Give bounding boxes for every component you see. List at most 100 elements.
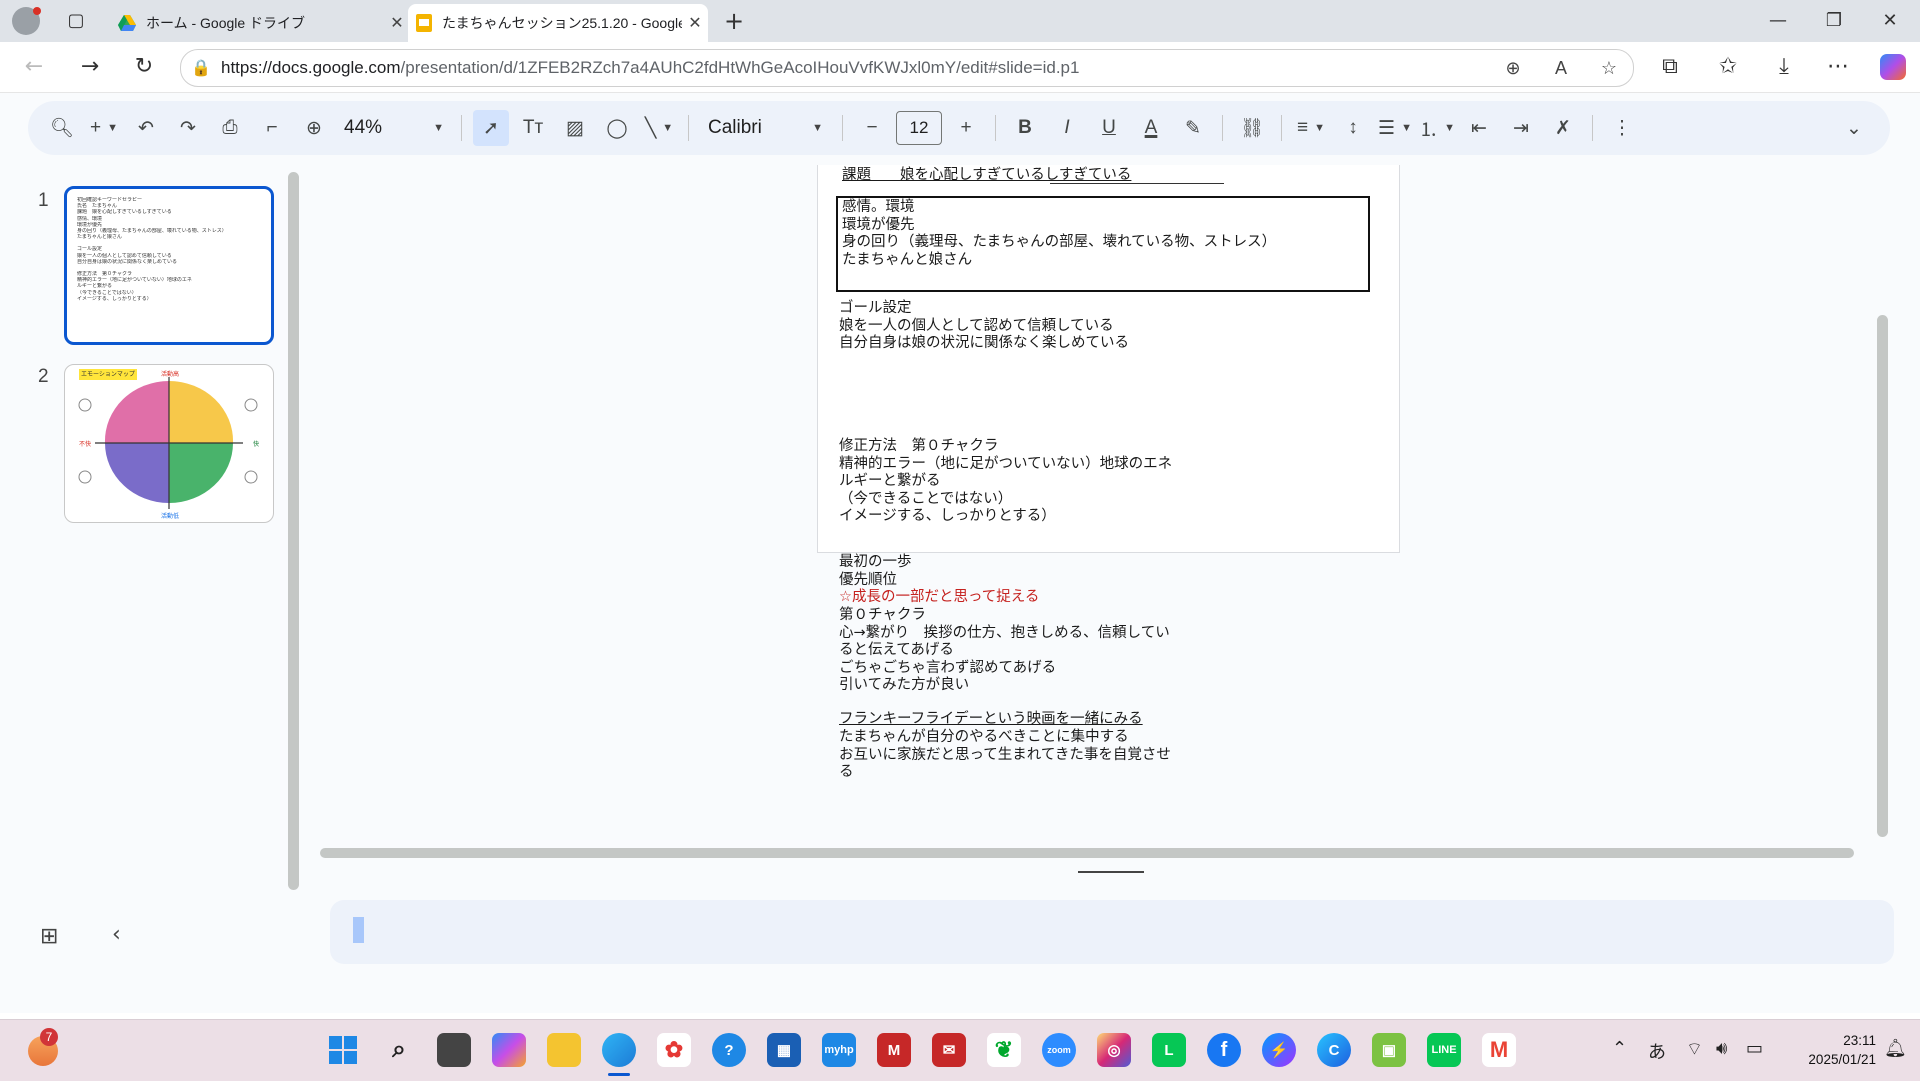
close-tab-icon[interactable]: ✕ xyxy=(384,13,410,33)
print-icon[interactable]: ⎙ xyxy=(212,110,248,146)
forward-arrow-icon[interactable]: → xyxy=(72,52,108,82)
close-window-icon[interactable]: ✕ xyxy=(1868,8,1912,34)
underline-icon[interactable]: U xyxy=(1091,110,1127,146)
decrease-font-size-button[interactable]: − xyxy=(854,110,890,146)
new-tab-button[interactable]: + xyxy=(712,8,756,34)
shape-icon[interactable]: ◯ xyxy=(599,110,635,146)
extensions-icon[interactable]: ⧉ xyxy=(1652,52,1688,82)
green-app-icon[interactable]: ▣ xyxy=(1372,1033,1406,1067)
filmstrip-scrollbar[interactable] xyxy=(288,172,299,890)
site-info-icon[interactable]: 🔒 xyxy=(181,58,221,78)
search-icon[interactable]: ⌕ xyxy=(382,1033,416,1067)
mcafee-icon[interactable]: M xyxy=(877,1033,911,1067)
goal-text[interactable]: ゴール設定 娘を一人の個人として認めて信頼している 自分自身は娘の状況に関係なく楽し… xyxy=(839,300,1129,353)
bulleted-list-icon[interactable]: ☰ ▼ xyxy=(1377,110,1413,146)
minimize-window-icon[interactable]: — xyxy=(1756,8,1800,34)
horizontal-scrollbar[interactable] xyxy=(320,848,1854,858)
store-app-icon[interactable]: ▦ xyxy=(767,1033,801,1067)
downloads-icon[interactable]: ⤓ xyxy=(1766,52,1802,82)
tab-actions-icon[interactable]: ▢ xyxy=(54,8,98,34)
back-arrow-icon[interactable]: ← xyxy=(16,52,52,82)
copilot-app-icon[interactable] xyxy=(492,1033,526,1067)
zoom-app-icon[interactable]: zoom xyxy=(1042,1033,1076,1067)
method-text[interactable]: 修正方法 第０チャクラ 精神的エラー（地に足がついていない）地球のエネ ルギーと繋が… xyxy=(839,438,1172,526)
profile-avatar-icon[interactable] xyxy=(12,7,41,35)
windows-start-icon[interactable] xyxy=(326,1033,360,1067)
collapse-filmstrip-icon[interactable]: ‹ xyxy=(112,922,121,947)
line-app-icon[interactable]: L xyxy=(1152,1033,1186,1067)
favorites-icon[interactable]: ✩ xyxy=(1710,52,1746,82)
close-tab-icon[interactable]: ✕ xyxy=(682,13,708,33)
notifications-bell-icon[interactable]: 🔔︎ xyxy=(1884,1038,1907,1059)
restore-window-icon[interactable]: ❐ xyxy=(1812,8,1856,34)
copilot-c-icon[interactable]: C xyxy=(1317,1033,1351,1067)
undo-icon[interactable]: ↶ xyxy=(128,110,164,146)
file-explorer-icon[interactable] xyxy=(547,1033,581,1067)
text-box-icon[interactable]: Tт xyxy=(515,110,551,146)
slide-thumbnail-2[interactable]: エモーションマップ 活動高 活動低 不快 快 xyxy=(64,364,274,523)
insert-image-icon[interactable]: ▨ xyxy=(557,110,593,146)
evernote-icon[interactable]: ❦ xyxy=(987,1033,1021,1067)
system-clock[interactable]: 23:11 2025/01/21 xyxy=(1780,1031,1876,1069)
line-icon[interactable]: ╲ ▼ xyxy=(641,110,677,146)
box-text[interactable]: 感情。環境 環境が優先 身の回り（義理母、たまちゃんの部屋、壊れている物、ストレス）… xyxy=(842,199,1276,269)
reload-icon[interactable]: ↻ xyxy=(126,52,162,82)
gmail-icon[interactable]: M xyxy=(1482,1033,1516,1067)
line-spacing-icon[interactable]: ↕ xyxy=(1335,110,1371,146)
increase-indent-icon[interactable]: ⇥ xyxy=(1503,110,1539,146)
tab-google-drive[interactable]: ホーム - Google ドライブ ✕ xyxy=(110,4,410,42)
closing-text[interactable]: たまちゃんが自分のやるべきことに集中する お互いに家族だと思って生まれてきた事を自… xyxy=(839,729,1171,782)
messenger-icon[interactable]: ⚡ xyxy=(1262,1033,1296,1067)
insert-link-icon[interactable]: ⛓ xyxy=(1234,110,1270,146)
battery-icon[interactable]: ▭ xyxy=(1746,1038,1763,1059)
increase-font-size-button[interactable]: + xyxy=(948,110,984,146)
font-select[interactable]: Calibri ▼ xyxy=(700,110,831,146)
volume-icon[interactable]: 🔊︎ xyxy=(1716,1038,1727,1059)
align-icon[interactable]: ≡ ▼ xyxy=(1293,110,1329,146)
new-slide-button[interactable]: + ▼ xyxy=(86,110,122,146)
task-view-icon[interactable] xyxy=(437,1033,471,1067)
first-step-text[interactable]: 最初の一歩 優先順位 xyxy=(839,554,912,589)
help-app-icon[interactable]: ? xyxy=(712,1033,746,1067)
highlight-pen-icon[interactable]: ✎ xyxy=(1175,110,1211,146)
grid-view-icon[interactable]: ⊞ xyxy=(40,924,58,949)
red-highlight-text[interactable]: ☆成長の一部だと思って捉える xyxy=(839,589,1039,607)
select-pointer-icon[interactable]: ➚ xyxy=(473,110,509,146)
font-size-input[interactable]: 12 xyxy=(896,111,942,145)
notes-resize-handle[interactable] xyxy=(1078,871,1144,873)
wifi-icon[interactable]: ⌔ xyxy=(1686,1038,1703,1061)
chakra-text[interactable]: 第０チャクラ 心→繋がり 挨拶の仕方、抱きしめる、信頼してい ると伝えてあげる ごちゃ… xyxy=(839,607,1170,695)
numbered-list-icon[interactable]: ⒈ ▼ xyxy=(1419,110,1455,146)
more-options-icon[interactable]: ⋮ xyxy=(1604,110,1640,146)
movie-text[interactable]: フランキーフライデーという映画を一緒にみる xyxy=(839,711,1143,729)
speaker-notes-area[interactable] xyxy=(330,900,1894,964)
italic-icon[interactable]: I xyxy=(1049,110,1085,146)
favorite-star-icon[interactable]: ☆ xyxy=(1585,58,1633,79)
myhp-app-icon[interactable]: myhp xyxy=(822,1033,856,1067)
copilot-icon[interactable] xyxy=(1880,54,1906,80)
facebook-icon[interactable]: f xyxy=(1207,1033,1241,1067)
instagram-icon[interactable]: ◎ xyxy=(1097,1033,1131,1067)
more-menu-icon[interactable]: ⋯ xyxy=(1820,52,1856,82)
paint-format-icon[interactable]: ⌐ xyxy=(254,110,290,146)
line-chat-icon[interactable]: LINE xyxy=(1427,1033,1461,1067)
zoom-icon[interactable]: ⊕ xyxy=(1489,58,1537,79)
ime-indicator[interactable]: あ xyxy=(1648,1038,1666,1064)
mail-app-icon[interactable]: ✉ xyxy=(932,1033,966,1067)
url-bar[interactable]: 🔒 https://docs.google.com /presentation/… xyxy=(180,49,1634,87)
vertical-scrollbar[interactable] xyxy=(1877,315,1888,837)
bold-icon[interactable]: B xyxy=(1007,110,1043,146)
issue-text[interactable]: 課題 娘を心配しすぎているしすぎている xyxy=(842,167,1131,185)
show-hidden-icons-chevron[interactable]: ⌃ xyxy=(1612,1038,1627,1059)
read-aloud-icon[interactable]: A xyxy=(1537,58,1585,79)
edge-browser-icon[interactable] xyxy=(602,1033,636,1067)
redo-icon[interactable]: ↷ xyxy=(170,110,206,146)
search-menus-icon[interactable]: 🔍︎ xyxy=(44,110,80,146)
decrease-indent-icon[interactable]: ⇤ xyxy=(1461,110,1497,146)
zoom-icon[interactable]: ⊕ xyxy=(296,110,332,146)
collapse-toolbar-icon[interactable]: ⌄ xyxy=(1836,110,1872,146)
tab-slides-active[interactable]: たまちゃんセッション25.1.20 - Google ✕ xyxy=(408,4,708,42)
text-color-icon[interactable]: A xyxy=(1133,110,1169,146)
app-flower-icon[interactable]: ✿ xyxy=(657,1033,691,1067)
zoom-select[interactable]: 44% ▼ xyxy=(338,110,450,146)
